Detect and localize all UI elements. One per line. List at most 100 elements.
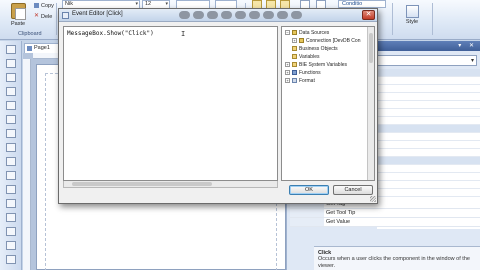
ribbon-separator xyxy=(432,3,433,35)
chart-tool-icon[interactable] xyxy=(6,129,16,138)
zip-code-tool-icon[interactable] xyxy=(6,241,16,250)
connection-icon xyxy=(299,38,304,44)
property-row[interactable] xyxy=(377,165,480,173)
subreport-tool-icon[interactable] xyxy=(6,199,16,208)
code-horizontal-scrollbar[interactable] xyxy=(63,181,278,188)
close-button[interactable]: ✕ xyxy=(362,10,375,20)
paste-button[interactable]: Paste xyxy=(6,2,32,30)
property-row[interactable] xyxy=(377,189,480,197)
property-category xyxy=(377,157,480,165)
expand-icon[interactable]: + xyxy=(285,70,290,76)
property-row[interactable] xyxy=(377,133,480,141)
component-selector[interactable] xyxy=(377,55,477,66)
ribbon-separator xyxy=(392,3,393,35)
dialog-titlebar[interactable]: Event Editor [Click] ✕ xyxy=(59,9,377,22)
property-row[interactable] xyxy=(377,181,480,189)
checkbox-tool-icon[interactable] xyxy=(6,157,16,166)
scroll-thumb[interactable] xyxy=(72,182,212,186)
tree-item-variables[interactable]: Variables xyxy=(292,54,319,61)
property-row[interactable] xyxy=(377,93,480,101)
obscured-icon xyxy=(291,11,302,19)
tree-item-label: Functions xyxy=(299,70,321,76)
property-row[interactable] xyxy=(377,101,480,109)
shape-tool-icon[interactable] xyxy=(6,101,16,110)
tree-item-format[interactable]: + Format xyxy=(285,78,315,85)
expand-icon[interactable]: + xyxy=(285,62,290,68)
resize-grip-icon[interactable] xyxy=(370,196,376,202)
expand-icon[interactable]: + xyxy=(292,38,297,44)
text-tool-icon[interactable] xyxy=(6,59,16,68)
conditions-combo[interactable]: Conditio xyxy=(338,0,386,8)
expand-icon[interactable]: + xyxy=(285,78,290,84)
property-row[interactable] xyxy=(377,173,480,181)
style-label: Style xyxy=(405,19,419,25)
property-row[interactable] xyxy=(377,85,480,93)
event-label: Get Tool Tip xyxy=(326,210,356,216)
band-tool-icon[interactable] xyxy=(6,185,16,194)
delete-icon: ✕ xyxy=(34,13,40,20)
table-tool-icon[interactable] xyxy=(6,115,16,124)
tree-item-functions[interactable]: + Functions xyxy=(285,70,321,77)
tree-item-business-objects[interactable]: Business Objects xyxy=(292,46,338,53)
obscured-icon xyxy=(179,11,190,19)
obscured-icon xyxy=(235,11,246,19)
property-row[interactable] xyxy=(377,149,480,157)
cancel-button[interactable]: Cancel xyxy=(333,185,373,195)
property-row[interactable] xyxy=(377,109,480,117)
obscured-icon xyxy=(193,11,204,19)
property-row[interactable] xyxy=(377,141,480,149)
window-icon xyxy=(62,12,69,19)
barcode-tool-icon[interactable] xyxy=(6,143,16,152)
panel-pin-close-icon[interactable]: ▾ ✕ xyxy=(458,42,477,49)
tree-item-label: Connection [DevDB Con xyxy=(306,38,361,44)
tree-item-system-variables[interactable]: + BIE System Variables xyxy=(285,62,347,69)
chevron-down-icon: ▾ xyxy=(135,1,138,7)
vertical-ruler xyxy=(23,59,31,270)
delete-button[interactable]: ✕ Dele xyxy=(34,13,52,20)
panel-tool-icon[interactable] xyxy=(6,171,16,180)
map-tool-icon[interactable] xyxy=(6,255,16,264)
tree-item-data-sources[interactable]: − Data Sources xyxy=(285,30,329,37)
tab-label: Page1 xyxy=(34,45,50,51)
copy-button[interactable]: Copy xyxy=(34,3,54,9)
folder-icon xyxy=(292,62,297,68)
folder-icon xyxy=(292,46,297,52)
titlebar-overlay xyxy=(179,11,305,21)
events-list: Get Tag Get Tool Tip Get Value xyxy=(290,200,480,227)
copy-icon xyxy=(34,3,39,9)
tree-item-label: Business Objects xyxy=(299,46,338,52)
scroll-thumb[interactable] xyxy=(369,33,373,63)
property-row[interactable] xyxy=(377,117,480,125)
line-tool-icon[interactable] xyxy=(6,87,16,96)
tree-item-connection[interactable]: + Connection [DevDB Con xyxy=(292,38,360,45)
style-icon xyxy=(405,5,419,18)
obscured-icon xyxy=(207,11,218,19)
conditions-value: Conditio xyxy=(342,1,363,7)
property-row[interactable] xyxy=(377,77,480,85)
event-label: Get Value xyxy=(326,219,351,225)
help-description: Occurs when a user clicks the component … xyxy=(318,256,470,269)
dictionary-tree[interactable]: − Data Sources + Connection [DevDB Con Bus… xyxy=(281,26,375,181)
chevron-down-icon: ▾ xyxy=(165,1,168,7)
style-button[interactable]: Style xyxy=(398,2,426,32)
ok-button[interactable]: OK xyxy=(289,185,329,195)
database-icon xyxy=(292,30,297,36)
left-toolbox xyxy=(0,41,22,270)
rich-text-tool-icon[interactable] xyxy=(6,227,16,236)
cross-tab-tool-icon[interactable] xyxy=(6,213,16,222)
tree-vertical-scrollbar[interactable] xyxy=(367,27,374,180)
property-category xyxy=(377,69,480,77)
select-tool-icon[interactable] xyxy=(6,45,16,54)
copy-label: Copy xyxy=(41,3,54,9)
code-text: MessageBox.Show("Click") xyxy=(67,30,154,37)
font-name-value: Nik xyxy=(65,1,73,7)
folder-icon xyxy=(292,54,297,60)
obscured-icon xyxy=(263,11,274,19)
collapse-icon[interactable]: − xyxy=(285,30,290,36)
image-tool-icon[interactable] xyxy=(6,73,16,82)
text-cursor-icon: I xyxy=(181,30,186,38)
code-editor[interactable]: MessageBox.Show("Click") I xyxy=(63,26,278,181)
obscured-icon xyxy=(249,11,260,19)
event-row[interactable]: Get Tool Tip xyxy=(290,209,480,218)
event-row[interactable]: Get Value xyxy=(290,218,480,227)
